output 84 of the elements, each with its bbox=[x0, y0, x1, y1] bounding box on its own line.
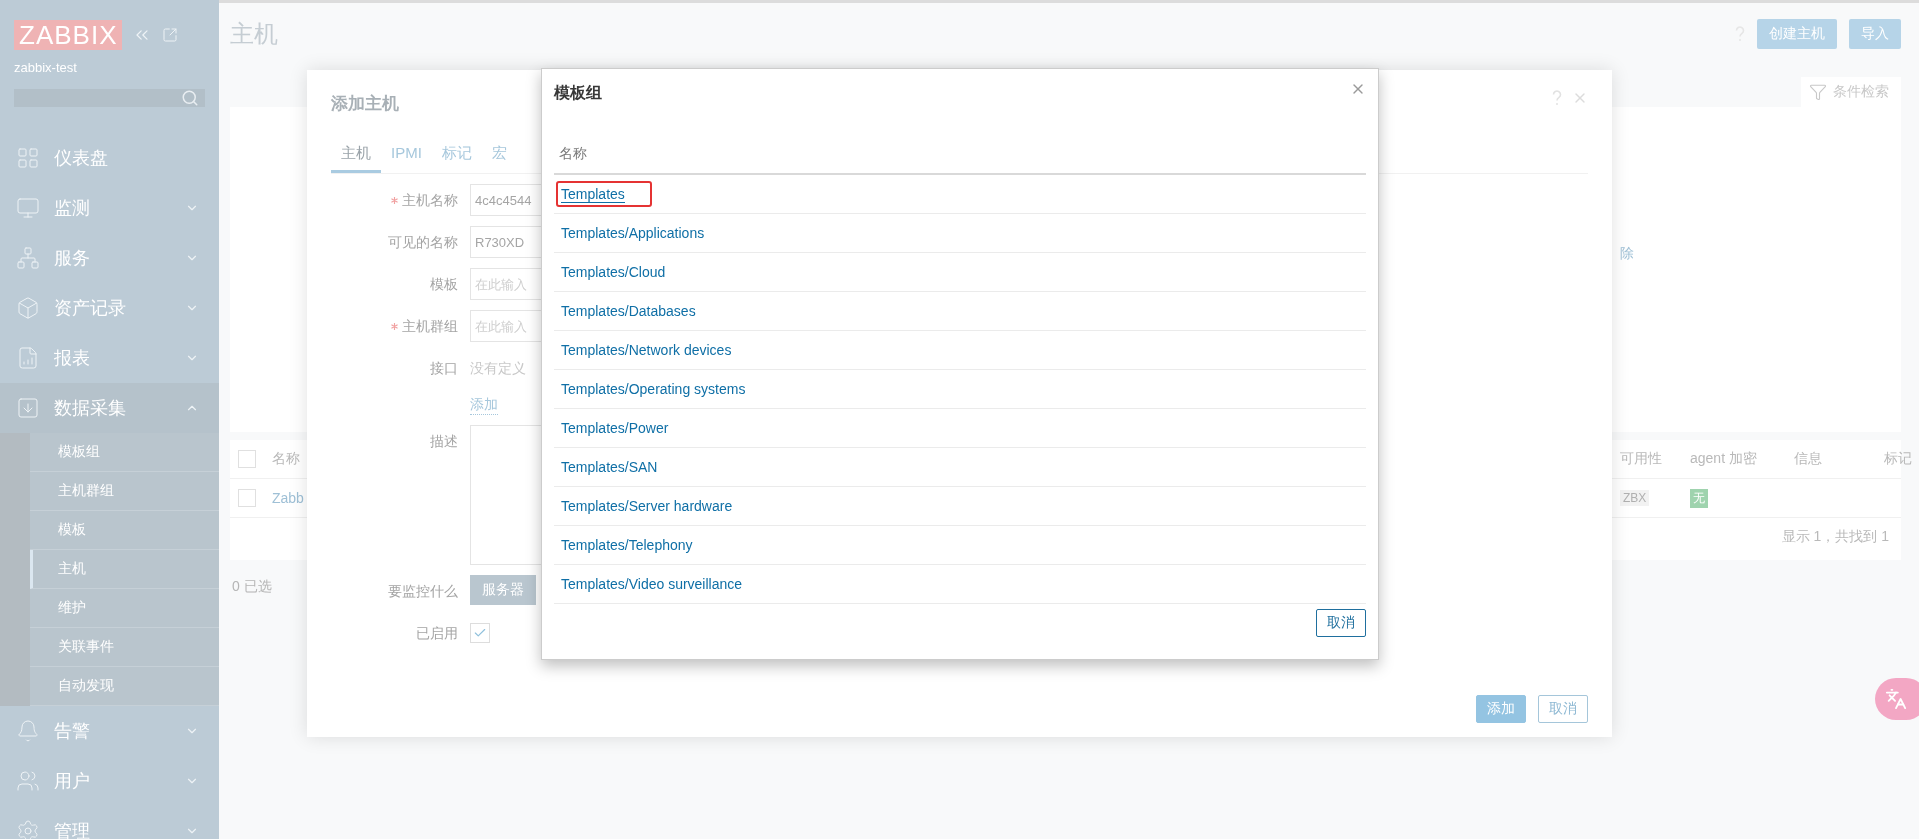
dialog-button[interactable]: 取消 bbox=[1538, 695, 1588, 723]
field-label: 主机群组 bbox=[402, 317, 458, 336]
select-all-checkbox[interactable] bbox=[238, 450, 256, 468]
tab[interactable]: 宏 bbox=[481, 138, 517, 173]
column-header: 信息 bbox=[1794, 450, 1822, 468]
encryption-tag: 无 bbox=[1690, 488, 1708, 508]
search-field[interactable] bbox=[14, 89, 205, 107]
template-group-link[interactable]: Templates/Telephony bbox=[556, 532, 698, 558]
sidebar-item[interactable]: 服务 bbox=[0, 233, 219, 283]
remove-link[interactable]: 除 bbox=[1620, 245, 1634, 263]
field-label: 模板 bbox=[430, 275, 458, 294]
template-group-link[interactable]: Templates/Cloud bbox=[556, 259, 671, 285]
expand-icon[interactable] bbox=[162, 27, 179, 43]
template-group-link[interactable]: Templates/Network devices bbox=[556, 337, 737, 363]
asterisk-icon bbox=[391, 322, 398, 330]
sidebar-item[interactable]: 管理 bbox=[0, 806, 219, 839]
template-group-link[interactable]: Templates bbox=[556, 181, 652, 207]
dialog-title: 添加主机 bbox=[331, 92, 399, 115]
sidebar-subitem[interactable]: 模板组 bbox=[30, 433, 219, 472]
tab[interactable]: 标记 bbox=[431, 138, 482, 173]
field-label: 要监控什么 bbox=[388, 582, 458, 601]
template-group-link[interactable]: Templates/SAN bbox=[556, 454, 663, 480]
sidebar-item[interactable]: 告警 bbox=[0, 706, 219, 756]
sidebar-item[interactable]: 监测 bbox=[0, 183, 219, 233]
users-icon bbox=[16, 769, 40, 793]
monitor-icon bbox=[16, 196, 40, 220]
bell-icon bbox=[16, 719, 40, 743]
filter-icon bbox=[1809, 83, 1827, 101]
help-icon[interactable] bbox=[1552, 90, 1562, 106]
enabled-checkbox[interactable] bbox=[470, 623, 490, 643]
sidebar-subitem[interactable]: 自动发现 bbox=[30, 667, 219, 706]
gear-icon bbox=[16, 819, 40, 839]
availability-tag: ZBX bbox=[1620, 490, 1650, 506]
host-name-link[interactable]: Zabb bbox=[272, 490, 304, 506]
sidebar-subitem[interactable]: 维护 bbox=[30, 589, 219, 628]
template-group-link[interactable]: Templates/Video surveillance bbox=[556, 571, 748, 597]
sidebar-item[interactable]: 报表 bbox=[0, 333, 219, 383]
tab[interactable]: 主机 bbox=[331, 138, 381, 173]
field-label: 主机名称 bbox=[402, 191, 458, 210]
column-header: agent 加密 bbox=[1690, 450, 1757, 468]
search-icon[interactable] bbox=[181, 89, 199, 107]
header-button[interactable]: 导入 bbox=[1849, 19, 1901, 49]
logo[interactable]: ZABBIX bbox=[14, 20, 123, 50]
selected-count: 0 已选 bbox=[232, 578, 272, 596]
sidebar-subitem[interactable]: 关联事件 bbox=[30, 628, 219, 667]
sidebar-subitem[interactable]: 模板 bbox=[30, 511, 219, 550]
translate-icon bbox=[1885, 688, 1907, 710]
server-name: zabbix-test bbox=[13, 59, 78, 75]
sidebar-item[interactable]: 用户 bbox=[0, 756, 219, 806]
column-header: 标记 bbox=[1884, 450, 1912, 468]
template-group-link[interactable]: Templates/Power bbox=[556, 415, 674, 441]
add-link[interactable]: 添加 bbox=[470, 396, 498, 415]
sidebar-subitem[interactable]: 主机 bbox=[30, 550, 219, 589]
column-header: 名称 bbox=[554, 137, 1366, 175]
sidebar-item[interactable]: 仪表盘 bbox=[0, 133, 219, 183]
network-icon bbox=[16, 246, 40, 270]
cancel-button[interactable]: 取消 bbox=[1316, 609, 1366, 637]
modal-title: 模板组 bbox=[554, 83, 603, 103]
asterisk-icon bbox=[391, 196, 398, 204]
check-icon bbox=[473, 626, 487, 640]
download-icon bbox=[16, 396, 40, 420]
column-header: 可用性 bbox=[1620, 450, 1662, 468]
sidebar-item[interactable]: 资产记录 bbox=[0, 283, 219, 333]
file-chart-icon bbox=[16, 346, 40, 370]
row-checkbox[interactable] bbox=[238, 489, 256, 507]
dialog-button[interactable]: 添加 bbox=[1476, 695, 1526, 723]
template-group-link[interactable]: Templates/Server hardware bbox=[556, 493, 738, 519]
field-label: 描述 bbox=[430, 432, 458, 451]
sidebar-item[interactable]: 数据采集 bbox=[0, 383, 219, 433]
grid-icon bbox=[16, 146, 40, 170]
sidebar-subitem[interactable]: 主机群组 bbox=[30, 472, 219, 511]
column-header: 名称 bbox=[272, 450, 300, 468]
segment-button[interactable]: 服务器 bbox=[470, 575, 536, 605]
header-button[interactable]: 创建主机 bbox=[1757, 19, 1837, 49]
field-label: 可见的名称 bbox=[388, 233, 458, 252]
template-group-link[interactable]: Templates/Operating systems bbox=[556, 376, 751, 402]
translate-button[interactable] bbox=[1875, 678, 1919, 720]
field-label: 已启用 bbox=[416, 624, 458, 643]
field-label: 接口 bbox=[430, 359, 458, 378]
template-group-link[interactable]: Templates/Applications bbox=[556, 220, 710, 246]
box-icon bbox=[16, 296, 40, 320]
tab[interactable]: IPMI bbox=[381, 138, 432, 173]
table-summary: 显示 1，共找到 1 bbox=[1781, 528, 1889, 546]
template-group-link[interactable]: Templates/Databases bbox=[556, 298, 701, 324]
